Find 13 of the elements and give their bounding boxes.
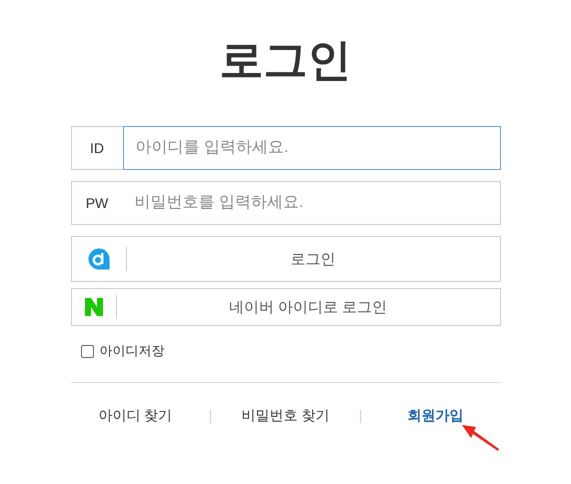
- link[interactable]: 회원가입: [380, 407, 491, 425]
- checkbox[interactable]: [80, 344, 94, 358]
- page-title: 로그인: [218, 35, 352, 87]
- login-button[interactable]: 로그인: [70, 236, 500, 282]
- field-label: ID: [70, 126, 122, 170]
- input-field[interactable]: 아이디를 입력하세요.: [122, 126, 500, 170]
- link[interactable]: 비밀번호 찾기: [230, 407, 340, 425]
- pointer-arrow: [460, 423, 500, 453]
- letter-n-icon: [82, 296, 104, 318]
- login-button[interactable]: 네이버 아이디로 로그인: [70, 288, 500, 326]
- checkbox-label: 아이디저장: [100, 342, 164, 360]
- speech-bubble-icon: [86, 247, 110, 271]
- link[interactable]: 아이디 찾기: [80, 407, 190, 425]
